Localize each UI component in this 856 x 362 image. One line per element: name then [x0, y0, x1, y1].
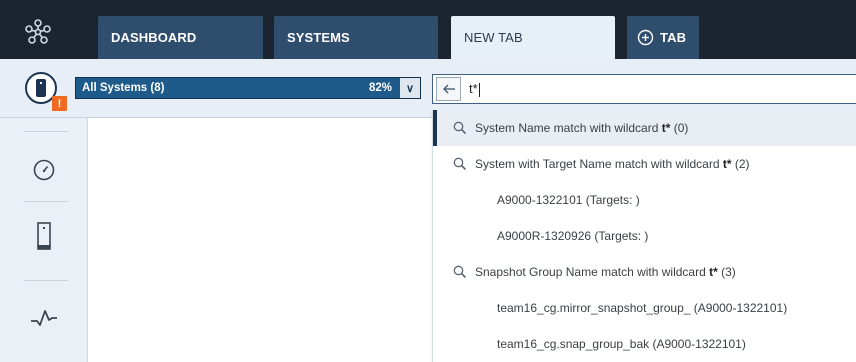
- nav-divider: [24, 131, 68, 132]
- search-query: t*: [469, 81, 478, 97]
- search-box[interactable]: t*: [432, 74, 856, 104]
- tab-label: NEW TAB: [464, 30, 523, 45]
- result-item[interactable]: team16_cg.snap_group_bak (A9000-1322101): [433, 326, 856, 362]
- search-icon: [453, 121, 467, 135]
- nav-divider: [24, 280, 68, 281]
- chevron-down-icon[interactable]: ∨: [400, 78, 420, 98]
- result-group-system-name[interactable]: System Name match with wildcard t* (0): [433, 110, 856, 146]
- result-item[interactable]: A9000R-1320926 (Targets: ): [433, 218, 856, 254]
- result-text: System Name match with wildcard t* (0): [475, 121, 689, 135]
- alert-badge[interactable]: !: [52, 96, 67, 111]
- tab-label: TAB: [660, 30, 687, 45]
- result-text: System with Target Name match with wildc…: [475, 157, 750, 171]
- capacity-percent: 82%: [368, 82, 392, 94]
- system-selector-label: All Systems (8): [82, 82, 165, 94]
- system-selector[interactable]: All Systems (8) 82% ∨: [75, 77, 421, 99]
- tab-new-tab[interactable]: NEW TAB: [451, 16, 615, 59]
- plus-circle-icon: [637, 29, 654, 46]
- result-item[interactable]: A9000-1322101 (Targets: ): [433, 182, 856, 218]
- tab-systems[interactable]: SYSTEMS: [274, 16, 438, 59]
- search-results-dropdown: System Name match with wildcard t* (0) S…: [432, 110, 856, 362]
- search-icon: [453, 265, 467, 279]
- tab-label: SYSTEMS: [287, 30, 350, 45]
- left-nav: [0, 118, 88, 362]
- performance-pulse-icon: [31, 310, 57, 326]
- arrow-left-icon: [442, 84, 455, 94]
- top-bar: DASHBOARD SYSTEMS NEW TAB TAB: [0, 0, 856, 59]
- network-nodes-icon[interactable]: [14, 12, 62, 52]
- nav-item-performance[interactable]: [22, 308, 66, 328]
- nav-item-systems[interactable]: [22, 222, 66, 250]
- system-device-icon: [36, 79, 46, 97]
- result-group-snapshot-group[interactable]: Snapshot Group Name match with wildcard …: [433, 254, 856, 290]
- result-item-label: A9000R-1320926 (Targets: ): [497, 229, 649, 243]
- result-text: Snapshot Group Name match with wildcard …: [475, 265, 736, 279]
- result-group-target-name[interactable]: System with Target Name match with wildc…: [433, 146, 856, 182]
- text-cursor: [478, 82, 480, 97]
- tab-dashboard[interactable]: DASHBOARD: [98, 16, 263, 59]
- search-icon: [453, 157, 467, 171]
- tab-label: DASHBOARD: [111, 30, 197, 45]
- gauge-icon: [33, 159, 55, 181]
- main-content: [88, 118, 432, 362]
- nav-item-dashboard[interactable]: [22, 158, 66, 182]
- result-item-label: team16_cg.mirror_snapshot_group_ (A9000-…: [497, 301, 788, 315]
- result-item-label: team16_cg.snap_group_bak (A9000-1322101): [497, 337, 746, 351]
- result-item-label: A9000-1322101 (Targets: ): [497, 193, 640, 207]
- back-button[interactable]: [436, 77, 461, 101]
- nav-divider: [24, 201, 68, 202]
- system-device-icon: [37, 222, 51, 250]
- result-item[interactable]: team16_cg.mirror_snapshot_group_ (A9000-…: [433, 290, 856, 326]
- search-input[interactable]: t*: [469, 81, 480, 97]
- add-tab-button[interactable]: TAB: [627, 16, 699, 59]
